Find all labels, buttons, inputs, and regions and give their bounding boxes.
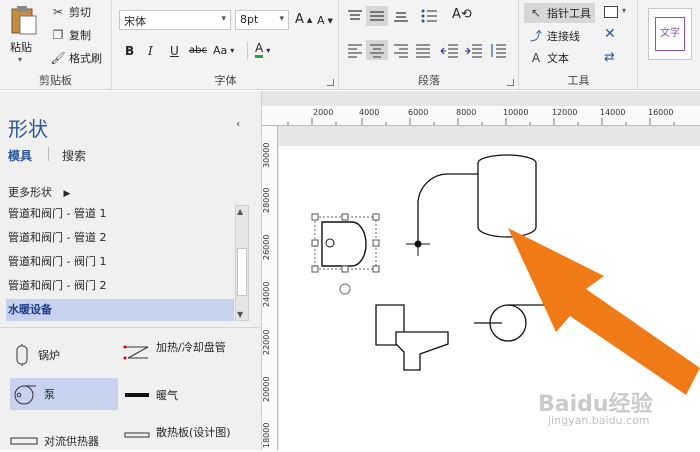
drawing-shapes xyxy=(311,154,700,395)
rotate-handle-icon[interactable] xyxy=(339,283,351,295)
selected-shape[interactable] xyxy=(311,213,380,295)
pump-shape[interactable] xyxy=(474,304,544,342)
annotation-arrow xyxy=(508,228,700,395)
toilet-shape[interactable] xyxy=(375,304,449,371)
watermark-url: jingyan.baidu.com xyxy=(548,414,650,427)
